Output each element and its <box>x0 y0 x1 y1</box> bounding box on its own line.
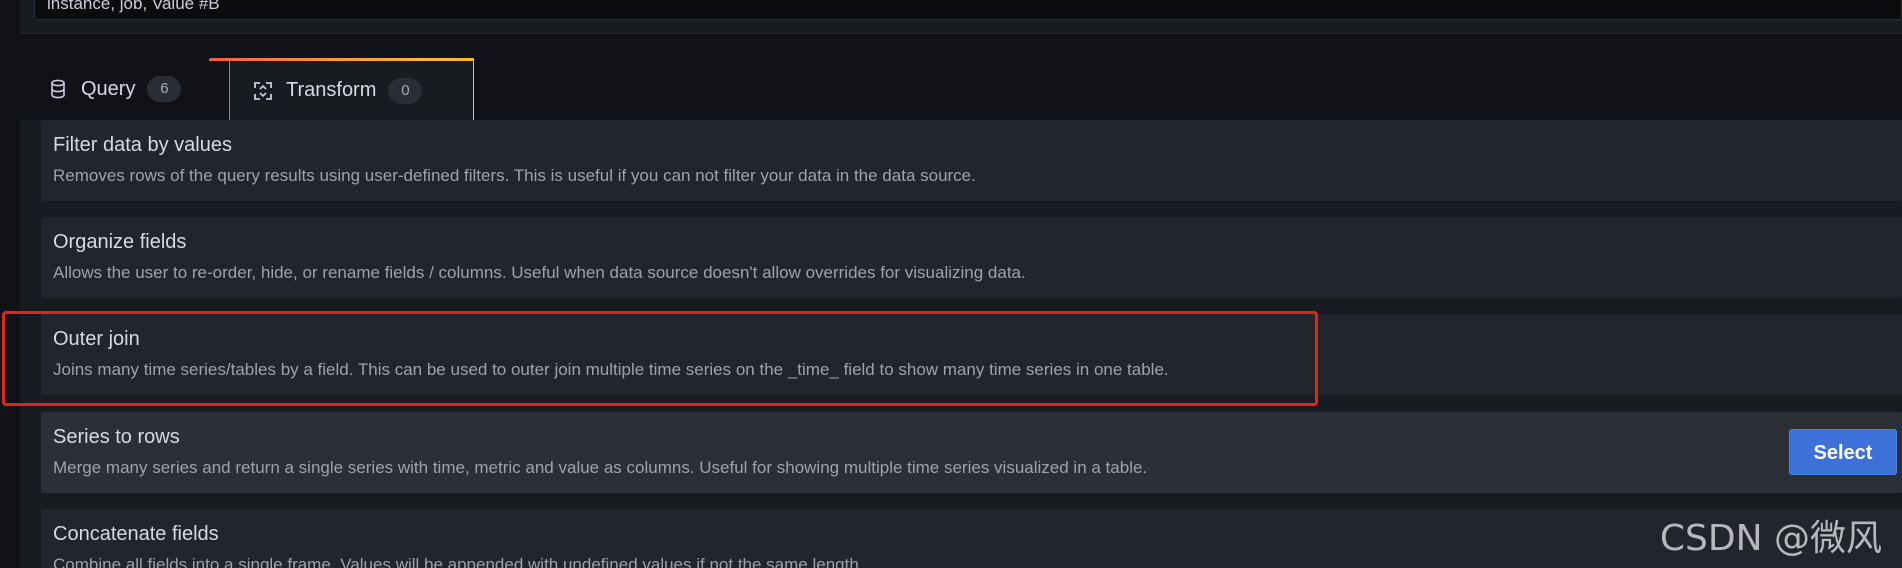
select-button[interactable]: Select <box>1789 429 1897 475</box>
editor-tabs: Query 6 Transform 0 <box>20 58 1902 120</box>
transformation-card-filter-by-values[interactable]: Filter data by values Removes rows of th… <box>41 120 1902 201</box>
tab-query[interactable]: Query 6 <box>20 58 220 120</box>
card-title: Filter data by values <box>53 134 232 156</box>
tab-query-label: Query <box>81 77 136 100</box>
legend-format-input[interactable]: instance, job, Value #B <box>34 0 1902 20</box>
card-description: Removes rows of the query results using … <box>53 166 976 185</box>
watermark: CSDN @微风 <box>1659 518 1882 559</box>
card-title: Concatenate fields <box>53 523 219 545</box>
card-description: Allows the user to re-order, hide, or re… <box>53 263 1026 282</box>
tab-transform-label: Transform <box>286 79 377 101</box>
transformation-card-outer-join[interactable]: Outer join Joins many time series/tables… <box>41 314 1902 395</box>
transformation-card-series-to-rows[interactable]: Series to rows Merge many series and ret… <box>41 412 1902 493</box>
card-title: Series to rows <box>53 426 180 448</box>
transform-editor: instance, job, Value #B Query 6 Transfor… <box>0 0 1902 568</box>
query-options-strip: instance, job, Value #B <box>20 0 1902 34</box>
transformation-card-concatenate-fields[interactable]: Concatenate fields Combine all fields in… <box>41 509 1902 568</box>
card-title: Outer join <box>53 328 140 350</box>
transformations-list: Filter data by values Removes rows of th… <box>20 120 1902 568</box>
transformation-card-organize-fields[interactable]: Organize fields Allows the user to re-or… <box>41 217 1902 298</box>
card-description: Merge many series and return a single se… <box>53 458 1148 477</box>
tab-transform[interactable]: Transform 0 <box>229 58 474 120</box>
tab-query-count-badge: 6 <box>147 76 182 102</box>
card-description: Combine all fields into a single frame. … <box>53 555 864 568</box>
active-tab-indicator <box>209 58 454 61</box>
transform-icon <box>252 80 274 102</box>
database-icon <box>47 78 69 100</box>
tab-transform-count-badge: 0 <box>388 77 423 104</box>
card-description: Joins many time series/tables by a field… <box>53 360 1169 379</box>
card-title: Organize fields <box>53 231 187 253</box>
